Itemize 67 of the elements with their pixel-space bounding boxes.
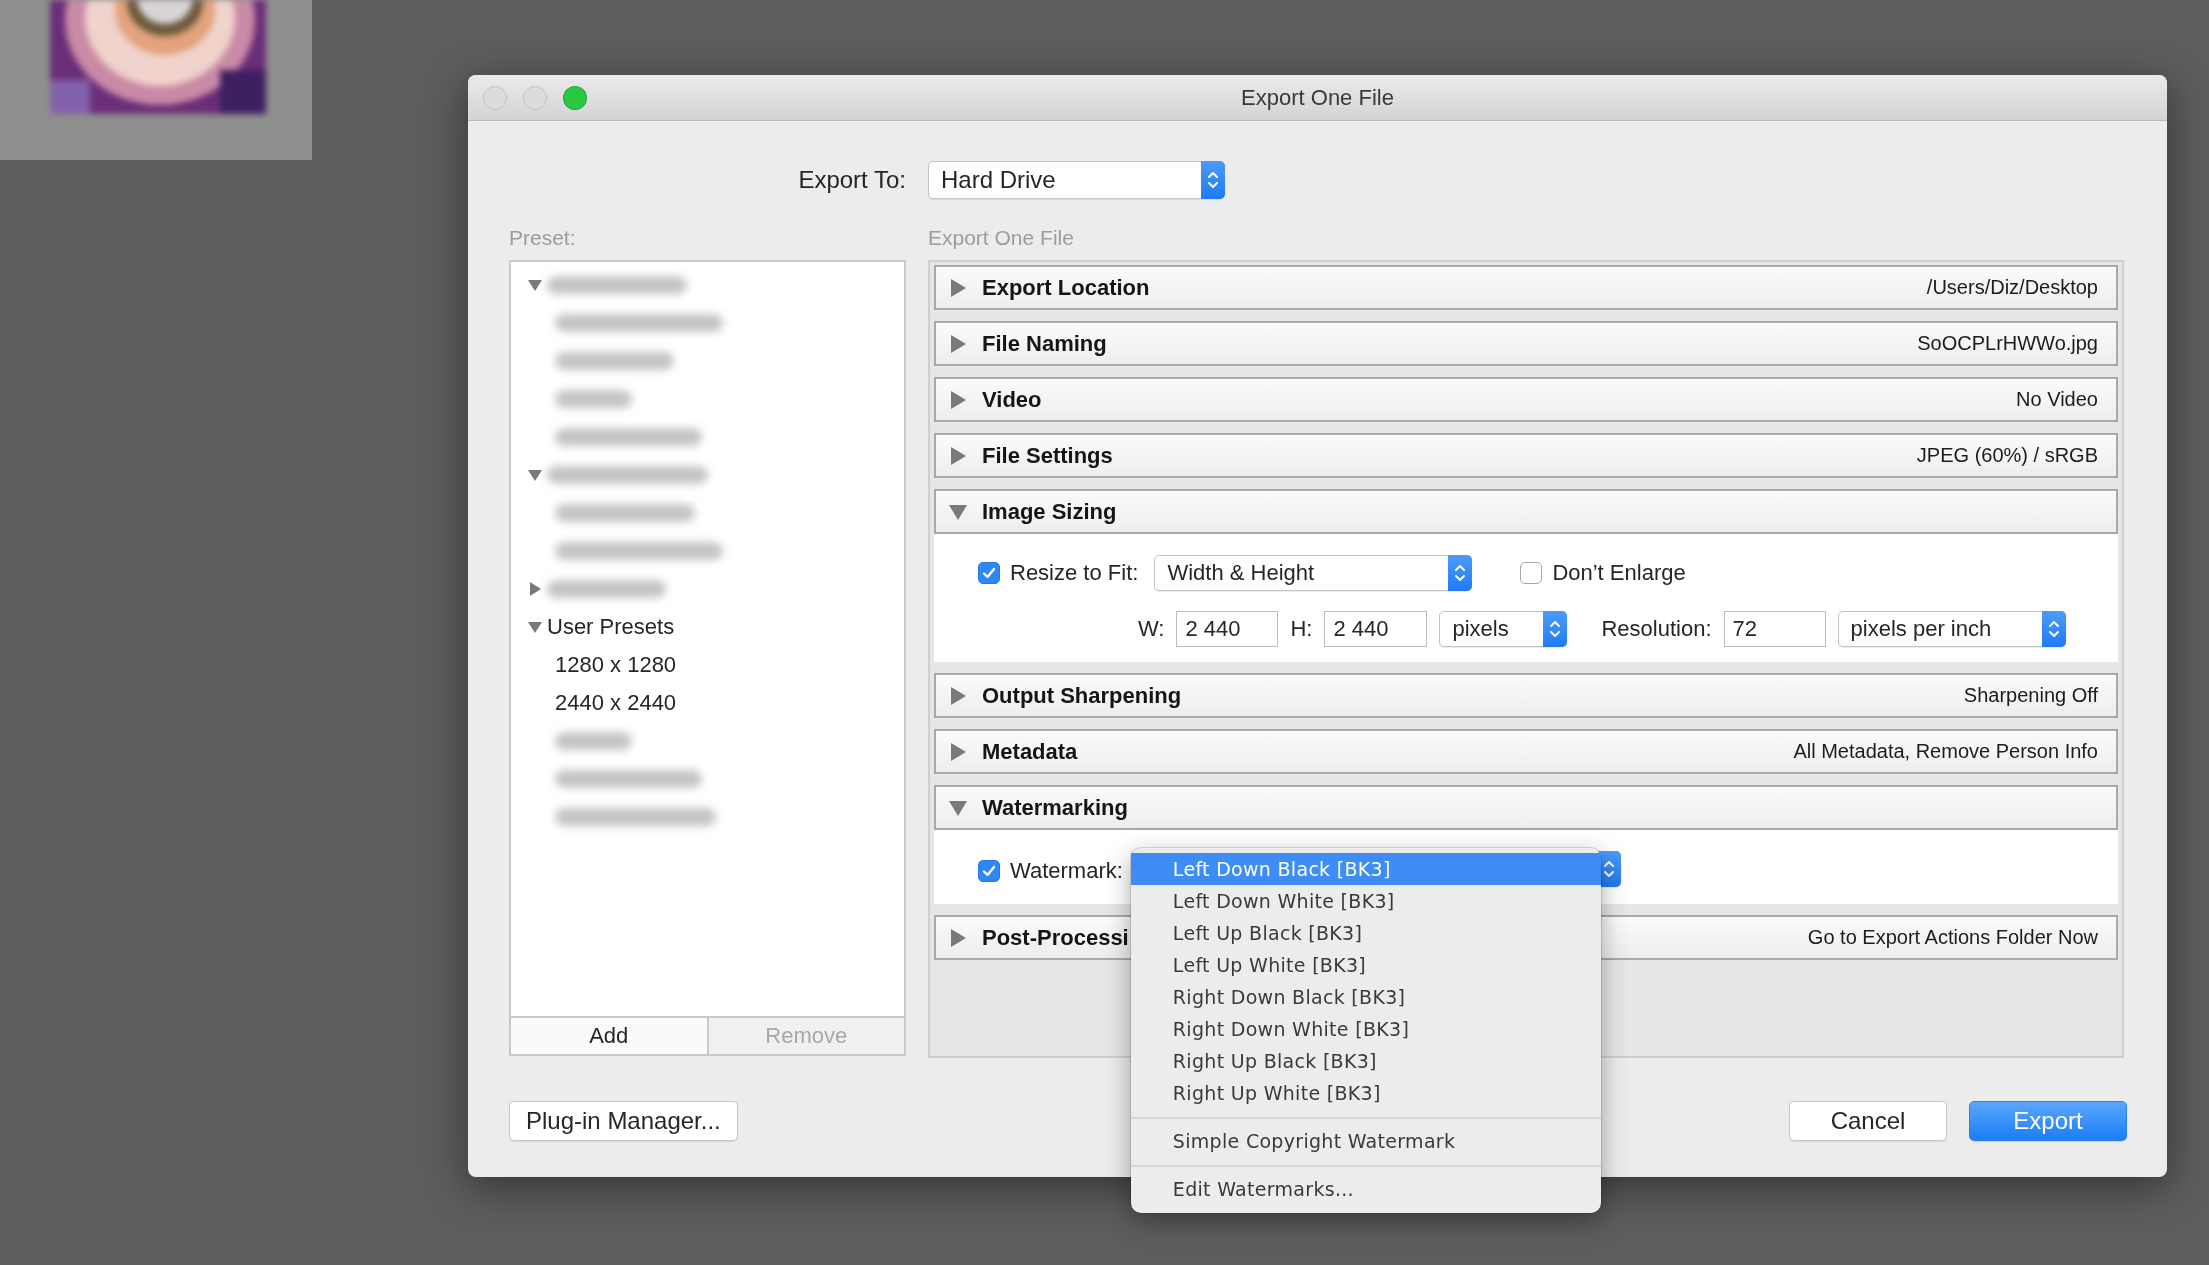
chevron-icon — [1454, 563, 1467, 583]
chevron-icon — [1207, 170, 1219, 190]
section-title: Image Sizing — [982, 498, 1117, 525]
add-button[interactable]: Add — [511, 1018, 707, 1054]
section-header[interactable]: Metadata All Metadata, Remove Person Info — [934, 729, 2118, 774]
checkbox-label: Resize to Fit: — [1010, 560, 1139, 586]
units-dropdown[interactable]: pixels — [1439, 611, 1568, 647]
checkbox[interactable] — [1520, 562, 1543, 584]
section-title: Metadata — [982, 738, 1078, 765]
section-summary: /Users/Diz/Desktop — [1926, 276, 2098, 299]
section-header[interactable]: Export Location /Users/Diz/Desktop — [934, 265, 2118, 310]
menu-item[interactable]: Edit Watermarks... — [1130, 1173, 1601, 1205]
checkbox[interactable] — [978, 562, 1000, 584]
checkmark-icon — [981, 863, 997, 879]
menu-item[interactable]: Right Down White [BK3] — [1130, 1013, 1601, 1045]
chevron-icon — [1549, 619, 1562, 639]
section-title: File Naming — [982, 330, 1107, 357]
menu-item[interactable]: Left Down White [BK3] — [1130, 885, 1601, 917]
field-label: W: — [1138, 616, 1165, 642]
section-header[interactable]: File Naming SoOCPLrHWWo.jpg — [934, 321, 2118, 366]
checkbox[interactable] — [978, 860, 1000, 882]
section-header[interactable]: Video No Video — [934, 377, 2118, 422]
preset-item[interactable]: User Presets — [547, 614, 675, 640]
section-title: Watermarking — [982, 794, 1128, 821]
section-summary: Sharpening Off — [1963, 684, 2098, 707]
section-title: Output Sharpening — [982, 682, 1182, 709]
section-summary: Go to Export Actions Folder Now — [1807, 926, 2098, 949]
window-zoom-button[interactable] — [563, 85, 587, 110]
resize-dropdown[interactable]: Width & Height — [1154, 555, 1473, 591]
section-header[interactable]: Watermarking — [934, 785, 2118, 830]
plugin-manager-button[interactable]: Plug-in Manager... — [509, 1101, 738, 1141]
panel-title: Export One File — [928, 226, 1075, 250]
section-label: Preset: — [509, 226, 577, 250]
height-field[interactable]: 2 440 — [1324, 611, 1428, 647]
field-label: H: — [1290, 616, 1313, 642]
cancel-button[interactable]: Cancel — [1789, 1101, 1947, 1141]
section-title: Export Location — [982, 274, 1150, 301]
section-summary: SoOCPLrHWWo.jpg — [1917, 332, 2098, 355]
window-title: Export One File — [1241, 84, 1394, 111]
section-summary: No Video — [2016, 388, 2098, 411]
section-title: Post-Processi — [982, 924, 1129, 951]
checkmark-icon — [981, 565, 997, 581]
width-field[interactable]: 2 440 — [1176, 611, 1279, 647]
resolution-units-dropdown[interactable]: pixels per inch — [1837, 611, 2066, 647]
menu-item[interactable]: Simple Copyright Watermark — [1130, 1125, 1601, 1157]
section-summary: All Metadata, Remove Person Info — [1793, 740, 2098, 763]
field-label: Resolution: — [1601, 616, 1712, 642]
menu-item[interactable]: Left Up Black [BK3] — [1130, 917, 1601, 949]
preset-item[interactable]: 2440 x 2440 — [555, 690, 677, 716]
section-header[interactable]: File Settings JPEG (60%) / sRGB — [934, 433, 2118, 478]
section-summary: JPEG (60%) / sRGB — [1916, 444, 2098, 467]
menu-item[interactable]: Left Up White [BK3] — [1130, 949, 1601, 981]
section-title: File Settings — [982, 442, 1113, 469]
chevron-icon — [1602, 859, 1615, 879]
menu-item[interactable]: Right Down Black [BK3] — [1130, 981, 1601, 1013]
checkbox-label: Watermark: — [1010, 858, 1123, 884]
section-header[interactable]: Output Sharpening Sharpening Off — [934, 673, 2118, 718]
resolution-field[interactable]: 72 — [1723, 611, 1826, 647]
export-to-dropdown[interactable]: Hard Drive — [928, 161, 1225, 199]
preset-item[interactable]: 1280 x 1280 — [555, 652, 677, 678]
chevron-icon — [2047, 619, 2060, 639]
field-label: Export To: — [798, 166, 906, 194]
section-header[interactable]: Image Sizing — [934, 489, 2118, 534]
section-title: Video — [982, 386, 1042, 413]
menu-item[interactable]: Right Up Black [BK3] — [1130, 1045, 1601, 1077]
checkbox-label: Don’t Enlarge — [1552, 560, 1686, 586]
menu-item[interactable]: Right Up White [BK3] — [1130, 1077, 1601, 1109]
